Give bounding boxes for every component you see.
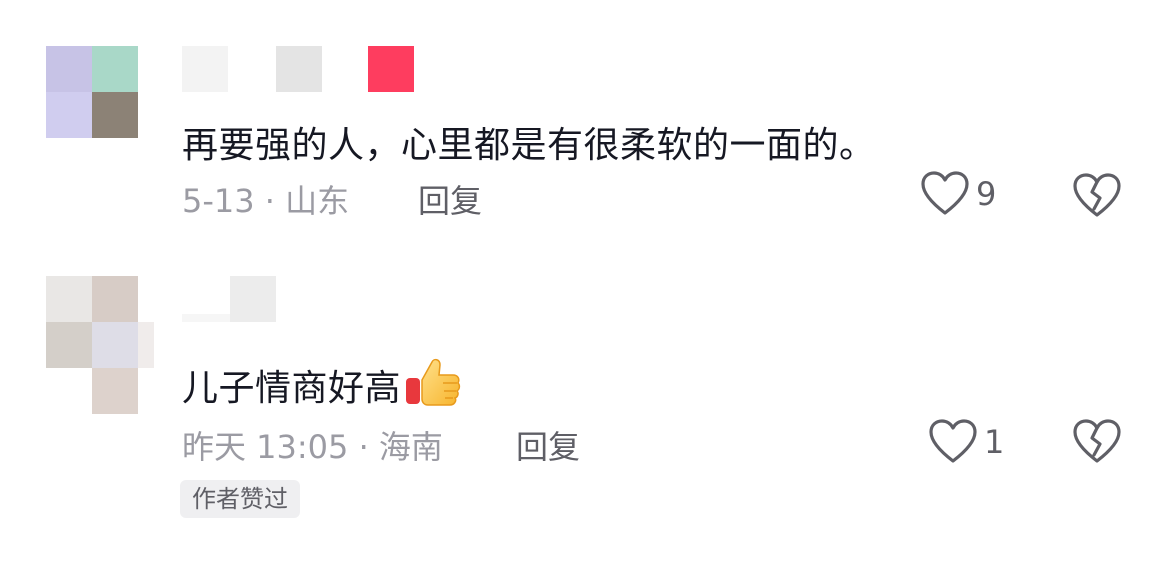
reply-button[interactable]: 回复 <box>516 422 580 468</box>
comment-time-location: 昨天 13:05 · 海南 <box>182 428 443 466</box>
heart-outline-icon <box>921 171 969 215</box>
avatar-tile <box>92 46 138 92</box>
comment-item: 再要强的人，心里都是有很柔软的一面的。 5-13 · 山东 回复 9 <box>0 0 1162 250</box>
avatar-tile <box>46 46 92 92</box>
username-obscured[interactable] <box>182 276 276 322</box>
avatar-tile <box>92 92 138 138</box>
comment-time-location: 5-13 · 山东 <box>182 182 350 220</box>
author-liked-badge: 作者赞过 <box>180 480 300 518</box>
avatar[interactable] <box>46 46 138 138</box>
avatar[interactable] <box>46 276 154 414</box>
avatar-tile <box>46 322 92 368</box>
comment-item: 儿子情商好高 昨天 13:05 · 海南 回复 1 作者赞过 <box>0 260 1162 560</box>
avatar-tile <box>138 322 154 368</box>
like-count: 1 <box>984 423 1005 461</box>
broken-heart-icon[interactable] <box>1072 418 1122 466</box>
like-button[interactable]: 9 <box>920 170 996 218</box>
heart-outline-icon <box>929 419 977 463</box>
comment-text: 儿子情商好高 <box>182 356 461 417</box>
comment-text-content: 儿子情商好高 <box>182 368 402 409</box>
avatar-tile <box>92 276 138 322</box>
avatar-tile <box>92 368 138 414</box>
thumbs-up-emoji <box>403 356 461 417</box>
broken-heart-icon[interactable] <box>1072 172 1122 220</box>
like-button[interactable]: 1 <box>928 418 1004 466</box>
avatar-tile <box>92 322 138 368</box>
comment-text: 再要强的人，心里都是有很柔软的一面的。 <box>182 125 876 166</box>
avatar-tile <box>46 92 92 138</box>
avatar-tile <box>46 276 92 322</box>
reply-button[interactable]: 回复 <box>418 176 482 222</box>
like-count: 9 <box>976 175 997 213</box>
username-obscured[interactable] <box>182 46 414 92</box>
